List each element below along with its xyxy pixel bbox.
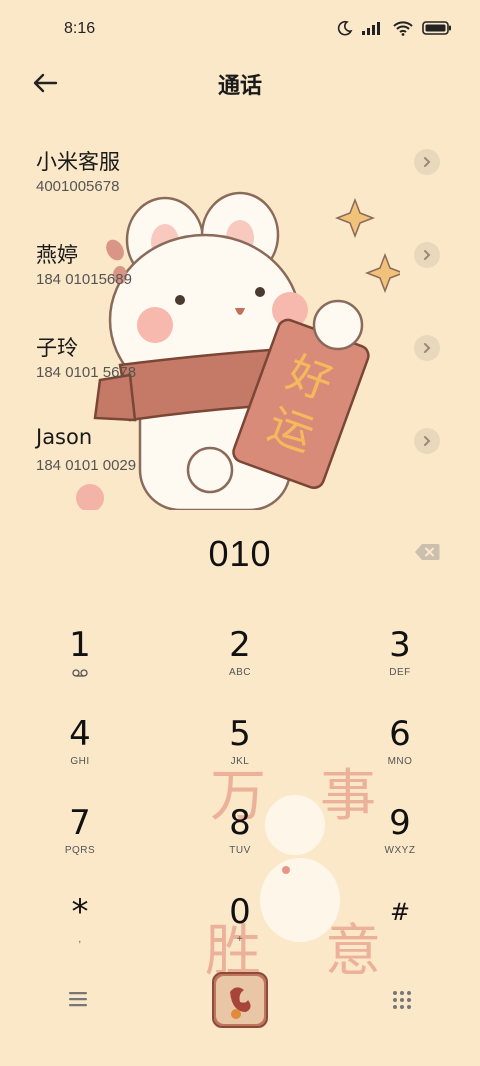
- backspace-icon[interactable]: [414, 543, 440, 561]
- key-digit: 0: [229, 892, 251, 932]
- key-digit: 6: [389, 714, 411, 754]
- chevron-right-icon[interactable]: [414, 335, 440, 361]
- wifi-icon: [393, 20, 413, 36]
- key-digit: #: [389, 898, 411, 926]
- call-icon: [216, 976, 264, 1024]
- key-letters: DEF: [389, 667, 411, 678]
- key-1[interactable]: 1: [20, 625, 140, 705]
- key-digit: 8: [229, 803, 251, 843]
- key-4[interactable]: 4 GHI: [20, 714, 140, 794]
- contact-number: 184 0101 5678: [36, 364, 137, 381]
- bottom-bar: [0, 970, 480, 1030]
- key-letters: GHI: [70, 756, 90, 767]
- key-digit: 3: [389, 625, 411, 665]
- contact-item[interactable]: 子玲 184 0101 5678: [0, 316, 480, 396]
- header: 通话: [0, 60, 480, 106]
- contact-number: 184 01015689: [36, 271, 132, 288]
- key-digit: *: [71, 892, 89, 932]
- key-7[interactable]: 7 PQRS: [20, 803, 140, 883]
- dial-input[interactable]: 010: [0, 533, 480, 575]
- chevron-right-icon[interactable]: [414, 428, 440, 454]
- status-bar: 8:16: [0, 0, 480, 60]
- voicemail-icon: [72, 669, 88, 677]
- battery-icon: [422, 21, 451, 35]
- key-digit: 9: [389, 803, 411, 843]
- key-hash[interactable]: #: [340, 892, 460, 972]
- page-title: 通话: [217, 74, 262, 99]
- key-9[interactable]: 9 WXYZ: [340, 803, 460, 883]
- key-3[interactable]: 3 DEF: [340, 625, 460, 705]
- chevron-right-icon[interactable]: [414, 242, 440, 268]
- key-digit: 2: [229, 625, 251, 665]
- contact-name: 燕婷: [36, 243, 78, 267]
- moon-icon: [337, 20, 353, 36]
- dialpad-icon[interactable]: [392, 990, 412, 1010]
- key-digit: 5: [229, 714, 251, 754]
- contact-name: Jason: [36, 425, 93, 449]
- key-6[interactable]: 6 MNO: [340, 714, 460, 794]
- signal-icon: [362, 22, 380, 35]
- key-letters: PQRS: [64, 845, 96, 856]
- key-star[interactable]: * ,: [20, 892, 140, 972]
- key-digit: 4: [69, 714, 91, 754]
- key-letters: JKL: [230, 756, 250, 767]
- key-letters: ,: [78, 934, 82, 945]
- status-time: 8:16: [64, 20, 96, 37]
- key-letters: WXYZ: [384, 845, 416, 856]
- key-0[interactable]: 0 +: [180, 892, 300, 972]
- key-8[interactable]: 8 TUV: [180, 803, 300, 883]
- menu-icon[interactable]: [68, 990, 88, 1008]
- contact-item[interactable]: Jason 184 0101 0029: [0, 409, 480, 489]
- key-2[interactable]: 2 ABC: [180, 625, 300, 705]
- contact-name: 子玲: [36, 336, 78, 360]
- contact-item[interactable]: 小米客服 4001005678: [0, 130, 480, 210]
- contact-name: 小米客服: [36, 150, 120, 174]
- key-digit: 1: [69, 625, 91, 665]
- key-letters: +: [236, 934, 244, 945]
- contact-number: 4001005678: [36, 178, 120, 195]
- chevron-right-icon[interactable]: [414, 149, 440, 175]
- contact-item[interactable]: 燕婷 184 01015689: [0, 223, 480, 303]
- key-letters: TUV: [229, 845, 251, 856]
- key-letters: ABC: [228, 667, 252, 678]
- status-icons: [337, 20, 452, 36]
- key-5[interactable]: 5 JKL: [180, 714, 300, 794]
- key-letters: MNO: [387, 756, 413, 767]
- dial-input-row: 010: [0, 525, 480, 585]
- contact-number: 184 0101 0029: [36, 457, 137, 474]
- call-button[interactable]: [212, 972, 268, 1028]
- key-digit: 7: [69, 803, 91, 843]
